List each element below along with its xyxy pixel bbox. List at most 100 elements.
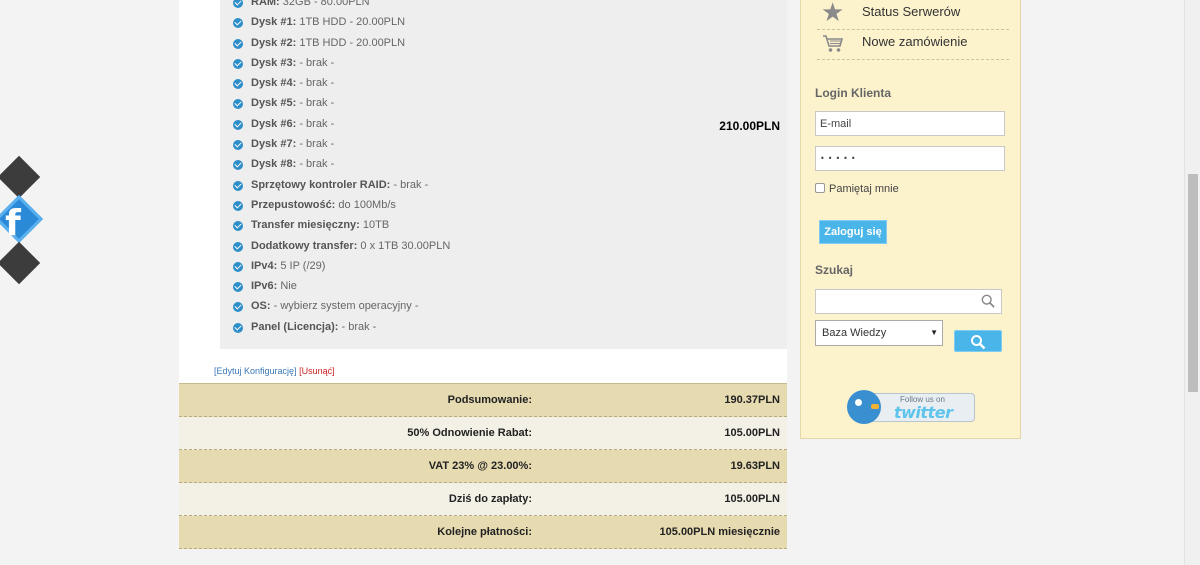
- configuration-price: 210.00PLN: [719, 119, 780, 133]
- password-field[interactable]: [815, 146, 1005, 171]
- config-item: Dysk #4: - brak -: [233, 73, 450, 93]
- config-item-value: - wybierz system operacyjny -: [270, 300, 419, 313]
- summary-value: 190.37PLN: [724, 394, 780, 406]
- config-item-label: Dodatkowy transfer:: [251, 239, 358, 252]
- twitter-bird-icon: [847, 390, 881, 424]
- summary-row: 50% Odnowienie Rabat: 105.00PLN: [179, 417, 787, 450]
- sidebar-item-server-status[interactable]: ★ Status Serwerów: [817, 0, 1009, 30]
- social-tab-top-decoration: [0, 155, 41, 199]
- login-title: Login Klienta: [815, 86, 891, 100]
- config-item-label: Panel (Licencja):: [251, 320, 339, 333]
- check-icon: [233, 241, 243, 252]
- summary-label: Dziś do zapłaty:: [448, 493, 532, 505]
- check-icon: [233, 79, 243, 90]
- config-item-label: Dysk #3:: [251, 56, 297, 69]
- remember-me-checkbox[interactable]: [815, 183, 825, 193]
- main-content: RAM: 32GB - 80.00PLN Dysk #1: 1TB HDD - 2…: [179, 0, 787, 549]
- remember-me[interactable]: Pamiętaj mnie: [815, 183, 899, 195]
- config-item-label: Przepustowość:: [251, 198, 336, 211]
- search-button[interactable]: [954, 330, 1002, 352]
- twitter-brand-text: twitter: [894, 403, 953, 422]
- check-icon: [233, 38, 243, 49]
- twitter-follow-badge[interactable]: Follow us on twitter: [847, 390, 975, 424]
- config-item-value: - brak -: [338, 320, 377, 333]
- cart-icon: [821, 32, 845, 56]
- facebook-social-tab[interactable]: f: [0, 155, 44, 296]
- config-item-value: - brak -: [390, 178, 429, 191]
- config-item: OS: - wybierz system operacyjny -: [233, 296, 450, 316]
- check-icon: [233, 282, 243, 293]
- check-icon: [233, 140, 243, 151]
- check-icon: [233, 180, 243, 191]
- config-item: Dysk #7: - brak -: [233, 134, 450, 154]
- summary-row: VAT 23% @ 23.00%: 19.63PLN: [179, 450, 787, 483]
- config-item-value: Nie: [277, 280, 297, 293]
- sidebar-item-new-order[interactable]: Nowe zamówienie: [817, 30, 1009, 60]
- config-item-value: 10TB: [359, 219, 390, 232]
- chevron-down-icon: ▼: [930, 328, 938, 337]
- config-item-value: 1TB HDD - 20.00PLN: [296, 16, 406, 29]
- search-input[interactable]: [815, 289, 1002, 314]
- remove-link[interactable]: [Usunąć]: [299, 366, 335, 376]
- check-icon: [233, 18, 243, 29]
- summary-label: VAT 23% @ 23.00%:: [428, 460, 532, 472]
- check-icon: [233, 261, 243, 272]
- check-icon: [233, 221, 243, 232]
- config-item: Dysk #3: - brak -: [233, 53, 450, 73]
- scrollbar-thumb[interactable]: [1188, 174, 1198, 392]
- summary-label: Podsumowanie:: [447, 394, 532, 406]
- facebook-icon[interactable]: f: [0, 204, 26, 244]
- summary-row: Podsumowanie: 190.37PLN: [179, 384, 787, 417]
- sidebar-item-label: Nowe zamówienie: [862, 34, 968, 49]
- login-button[interactable]: Zaloguj się: [819, 220, 887, 244]
- config-item-value: - brak -: [296, 117, 335, 130]
- remember-me-label: Pamiętaj mnie: [829, 183, 899, 195]
- check-icon: [233, 322, 243, 333]
- config-item-label: Dysk #4:: [251, 77, 297, 90]
- summary-value: 105.00PLN miesięcznie: [659, 526, 780, 538]
- config-item-value: 0 x 1TB 30.00PLN: [357, 239, 451, 252]
- page-scrollbar[interactable]: [1184, 0, 1200, 565]
- summary-label: Kolejne płatności:: [437, 526, 532, 538]
- social-tab-bottom-decoration: [0, 241, 41, 285]
- config-item: Dysk #5: - brak -: [233, 93, 450, 113]
- config-item: Dysk #8: - brak -: [233, 154, 450, 174]
- config-item-value: - brak -: [296, 138, 335, 151]
- check-icon: [233, 0, 243, 8]
- check-icon: [233, 160, 243, 171]
- config-item-label: Dysk #6:: [251, 117, 297, 130]
- config-item-value: 5 IP (/29): [277, 259, 326, 272]
- config-item: IPv6: Nie: [233, 276, 450, 296]
- config-item-label: Transfer miesięczny:: [251, 219, 360, 232]
- config-item-value: 32GB - 80.00PLN: [279, 0, 370, 8]
- sidebar-item-label: Status Serwerów: [862, 4, 961, 19]
- config-item: Dodatkowy transfer: 0 x 1TB 30.00PLN: [233, 236, 450, 256]
- config-item-label: IPv6:: [251, 280, 278, 293]
- config-item: Dysk #6: - brak -: [233, 114, 450, 134]
- config-item-value: - brak -: [296, 97, 335, 110]
- config-item-label: Dysk #2:: [251, 36, 297, 49]
- config-item: IPv4: 5 IP (/29): [233, 256, 450, 276]
- config-item-value: - brak -: [296, 77, 335, 90]
- config-item-label: Dysk #8:: [251, 158, 297, 171]
- config-item: RAM: 32GB - 80.00PLN: [233, 0, 450, 12]
- configuration-box: RAM: 32GB - 80.00PLN Dysk #1: 1TB HDD - 2…: [220, 0, 787, 349]
- config-item-label: Dysk #5:: [251, 97, 297, 110]
- check-icon: [233, 200, 243, 211]
- search-category-value: Baza Wiedzy: [822, 327, 887, 339]
- check-icon: [233, 302, 243, 313]
- sidebar: ★ Status Serwerów Nowe zamówienie Login …: [800, 0, 1021, 439]
- config-item-label: Dysk #1:: [251, 16, 297, 29]
- search-category-select[interactable]: Baza Wiedzy ▼: [815, 320, 943, 346]
- edit-configuration-link[interactable]: [Edytuj Konfigurację]: [214, 366, 297, 376]
- config-item-value: do 100Mb/s: [335, 198, 396, 211]
- config-item-value: - brak -: [296, 158, 335, 171]
- email-field[interactable]: [815, 111, 1005, 136]
- star-icon: ★: [821, 0, 845, 28]
- config-item: Dysk #1: 1TB HDD - 20.00PLN: [233, 12, 450, 32]
- summary-value: 105.00PLN: [724, 427, 780, 439]
- config-item: Sprzętowy kontroler RAID: - brak -: [233, 175, 450, 195]
- config-item-label: Sprzętowy kontroler RAID:: [251, 178, 391, 191]
- summary-row: Kolejne płatności: 105.00PLN miesięcznie: [179, 516, 787, 549]
- summary-value: 19.63PLN: [730, 460, 780, 472]
